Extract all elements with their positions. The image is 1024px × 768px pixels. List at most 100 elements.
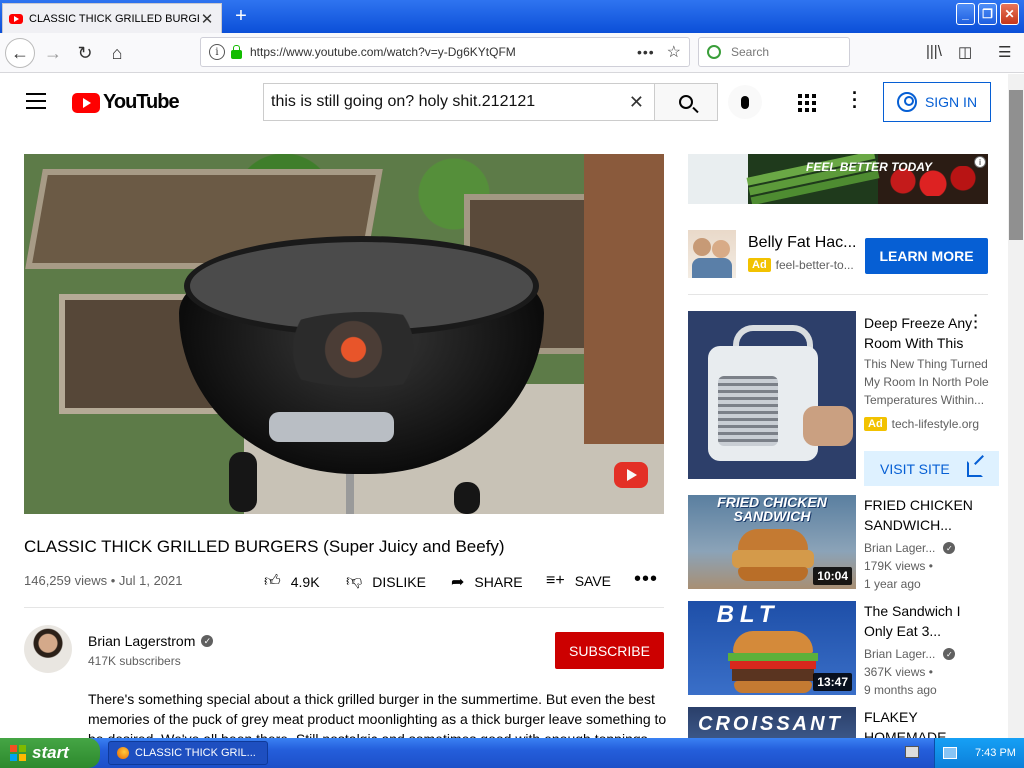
hamburger-menu-icon[interactable]: ☰: [998, 43, 1011, 61]
youtube-masthead: YouTube this is still going on? holy shi…: [0, 74, 1008, 130]
library-icon[interactable]: |||\: [926, 43, 942, 60]
channel-avatar[interactable]: [24, 625, 72, 673]
recommendation-views: 367K views •: [864, 665, 933, 679]
window-minimize-button[interactable]: _: [956, 3, 975, 25]
dislike-button[interactable]: 👎︎ DISLIKE: [346, 572, 426, 591]
browser-search-field[interactable]: Search: [698, 37, 850, 67]
recommendation-views: 179K views •: [864, 559, 933, 573]
ad-domain: feel-better-to...: [775, 258, 854, 272]
site-info-icon[interactable]: i: [209, 44, 225, 60]
external-link-icon: [967, 460, 983, 477]
subscriber-count: 417K subscribers: [88, 654, 181, 668]
like-button[interactable]: 👍︎ 4.9K: [264, 572, 320, 591]
recommendation-channel-name[interactable]: Brian Lager...: [864, 541, 935, 555]
recommendation-title[interactable]: FRIED CHICKEN SANDWICH...: [864, 495, 984, 535]
ad-badge: Ad: [748, 258, 771, 272]
recommendation-thumbnail[interactable]: FRIED CHICKEN SANDWICH 10:04: [688, 495, 856, 589]
search-query-text[interactable]: this is still going on? holy shit.212121: [271, 93, 629, 111]
banner-ad-text: FEEL BETTER TODAY: [806, 160, 933, 174]
recommendation-channel[interactable]: Brian Lager... ✓: [864, 647, 956, 661]
recommendation-channel-name[interactable]: Brian Lager...: [864, 647, 935, 661]
system-tray: 7:43 PM: [934, 738, 1024, 768]
ad-large-thumbnail[interactable]: [688, 311, 856, 479]
network-icon[interactable]: [943, 747, 957, 759]
learn-more-button[interactable]: LEARN MORE: [865, 238, 988, 274]
lock-icon: [231, 44, 242, 59]
browser-search-placeholder: Search: [731, 45, 770, 59]
channel-name-text[interactable]: Brian Lagerstrom: [88, 633, 195, 649]
home-icon[interactable]: ⌂: [102, 38, 132, 68]
ad-thumbnail[interactable]: [688, 230, 736, 278]
url-text[interactable]: https://www.youtube.com/watch?v=y-Dg6KYt…: [250, 45, 637, 59]
taskbar-window-button[interactable]: CLASSIC THICK GRIL...: [108, 741, 268, 765]
window-maximize-button[interactable]: ❐: [978, 3, 997, 25]
verified-check-icon: ✓: [943, 542, 956, 554]
save-label: SAVE: [574, 573, 611, 589]
browser-tab[interactable]: CLASSIC THICK GRILLED BURGERS ✕: [2, 3, 222, 33]
visit-site-label: VISIT SITE: [880, 460, 950, 477]
firefox-icon: [117, 747, 129, 759]
ad-large-title[interactable]: Deep Freeze Any Room With This: [864, 313, 974, 353]
video-title: CLASSIC THICK GRILLED BURGERS (Super Jui…: [24, 537, 505, 556]
thumbnail-caption: CROISSANT: [698, 713, 843, 735]
account-icon: [896, 92, 917, 112]
keyboard-icon[interactable]: [905, 746, 919, 758]
settings-kebab-icon[interactable]: · · ·: [850, 84, 860, 116]
apps-grid-icon[interactable]: [798, 94, 816, 112]
ad-badge: Ad: [864, 417, 887, 431]
ad-menu-kebab-icon[interactable]: · · ·: [972, 308, 980, 334]
ad-large-meta: Ad tech-lifestyle.org: [864, 417, 979, 431]
recommendation-thumbnail[interactable]: CROISSANT: [688, 707, 856, 738]
share-button[interactable]: ➦ SHARE: [451, 572, 523, 592]
recommendation-thumbnail[interactable]: BLT 13:47: [688, 601, 856, 695]
youtube-logo[interactable]: YouTube: [72, 91, 180, 114]
back-arrow-icon[interactable]: ←: [5, 38, 35, 68]
start-button[interactable]: start: [0, 738, 100, 768]
new-tab-button[interactable]: +: [230, 6, 252, 28]
address-bar[interactable]: i https://www.youtube.com/watch?v=y-Dg6K…: [200, 37, 690, 67]
sign-in-label: SIGN IN: [924, 94, 978, 110]
window-close-button[interactable]: ✕: [1000, 3, 1019, 25]
divider: [688, 294, 988, 295]
clear-search-icon[interactable]: ✕: [629, 92, 644, 113]
channel-watermark-icon[interactable]: [614, 462, 648, 488]
sign-in-button[interactable]: SIGN IN: [883, 82, 991, 122]
ad-title[interactable]: Belly Fat Hac...: [748, 234, 856, 252]
thumbs-down-icon: 👎︎: [346, 573, 363, 590]
forward-arrow-icon[interactable]: →: [38, 38, 68, 68]
thumbs-up-icon: 👍︎: [264, 573, 281, 590]
scrollbar-thumb[interactable]: [1009, 90, 1023, 240]
clock[interactable]: 7:43 PM: [975, 747, 1016, 759]
page-actions-icon[interactable]: •••: [637, 44, 655, 60]
windows-logo-icon: [10, 745, 26, 761]
guide-menu-icon[interactable]: [26, 93, 46, 109]
youtube-search-input[interactable]: this is still going on? holy shit.212121…: [263, 83, 655, 121]
ad-info-icon[interactable]: i: [974, 156, 986, 168]
search-engine-icon: [707, 45, 721, 59]
visit-site-button[interactable]: VISIT SITE: [864, 451, 999, 486]
more-actions-icon[interactable]: •••: [634, 568, 658, 591]
sidebar-toggle-icon[interactable]: ◫: [958, 43, 972, 61]
playlist-add-icon: ≡+: [546, 572, 565, 589]
search-icon: [679, 95, 693, 109]
subscribe-button[interactable]: SUBSCRIBE: [555, 632, 664, 669]
reload-icon[interactable]: ↻: [70, 38, 100, 68]
search-button[interactable]: [654, 83, 718, 121]
channel-name[interactable]: Brian Lagerstrom ✓: [88, 633, 214, 649]
ad-large-domain: tech-lifestyle.org: [891, 417, 980, 431]
os-taskbar: start CLASSIC THICK GRIL... 7:43 PM: [0, 738, 1024, 768]
video-player[interactable]: [24, 154, 664, 514]
recommendation-channel[interactable]: Brian Lager... ✓: [864, 541, 956, 555]
video-duration: 13:47: [813, 673, 852, 691]
banner-ad[interactable]: FEEL BETTER TODAY i: [688, 154, 988, 204]
tab-close-icon[interactable]: ✕: [199, 10, 215, 28]
recommendation-title[interactable]: The Sandwich I Only Eat 3...: [864, 601, 984, 641]
video-duration: 10:04: [813, 567, 852, 585]
voice-search-button[interactable]: [728, 85, 762, 119]
bookmark-star-icon[interactable]: ☆: [667, 42, 681, 62]
recommendation-age: 9 months ago: [864, 683, 937, 697]
save-button[interactable]: ≡+ SAVE: [546, 572, 611, 590]
browser-toolbar: ← → ↻ ⌂ i https://www.youtube.com/watch?…: [0, 33, 1024, 73]
share-arrow-icon: ➦: [451, 574, 465, 591]
ad-large-description: This New Thing Turned My Room In North P…: [864, 357, 989, 407]
